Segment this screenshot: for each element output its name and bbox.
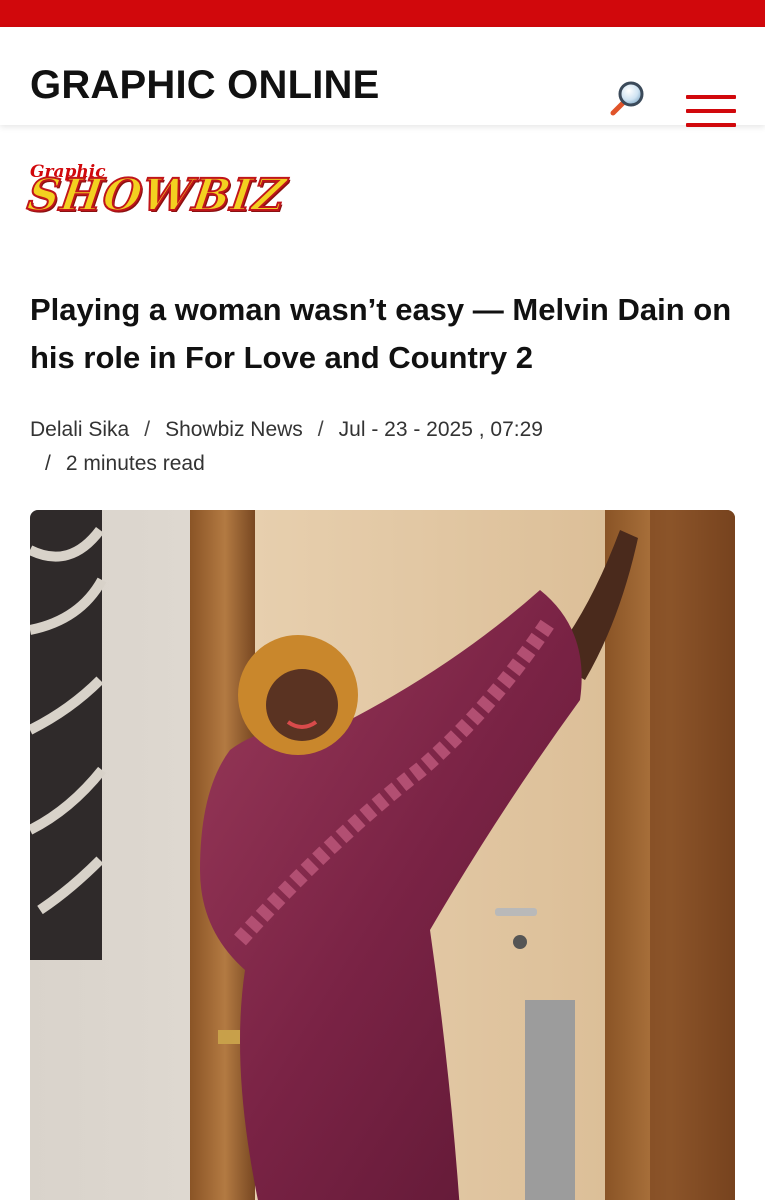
- author-link[interactable]: Delali Sika: [30, 418, 129, 441]
- meta-separator: /: [317, 418, 324, 441]
- site-header: GRAPHIC ONLINE: [0, 27, 765, 127]
- graphic-showbiz-logo[interactable]: SHOWBIZ Graphic: [23, 160, 290, 230]
- meta-separator: /: [144, 418, 151, 441]
- site-title[interactable]: GRAPHIC ONLINE: [30, 63, 379, 108]
- read-time: 2 minutes read: [65, 452, 205, 475]
- hero-photo-illustration: [30, 510, 735, 1200]
- article-meta-readtime: / 2 minutes read: [45, 447, 205, 481]
- search-icon: [610, 81, 644, 116]
- meta-separator: /: [45, 452, 51, 475]
- menu-bar-bottom: [686, 123, 736, 127]
- top-brand-strip: [0, 0, 765, 27]
- category-link[interactable]: Showbiz News: [165, 418, 303, 441]
- menu-button[interactable]: [684, 95, 738, 131]
- menu-bar-top: [686, 95, 736, 99]
- menu-bar-middle: [686, 109, 736, 113]
- article-hero-image[interactable]: [30, 510, 735, 1200]
- showbiz-logo-graphic-text: Graphic: [30, 162, 106, 182]
- article-headline: Playing a woman wasn’t easy — Melvin Dai…: [30, 292, 732, 375]
- article-meta: Delali Sika / Showbiz News / Jul - 23 - 2025…: [30, 413, 735, 447]
- publish-date: Jul - 23 - 2025 , 07:29: [338, 418, 543, 441]
- search-button[interactable]: [605, 75, 653, 123]
